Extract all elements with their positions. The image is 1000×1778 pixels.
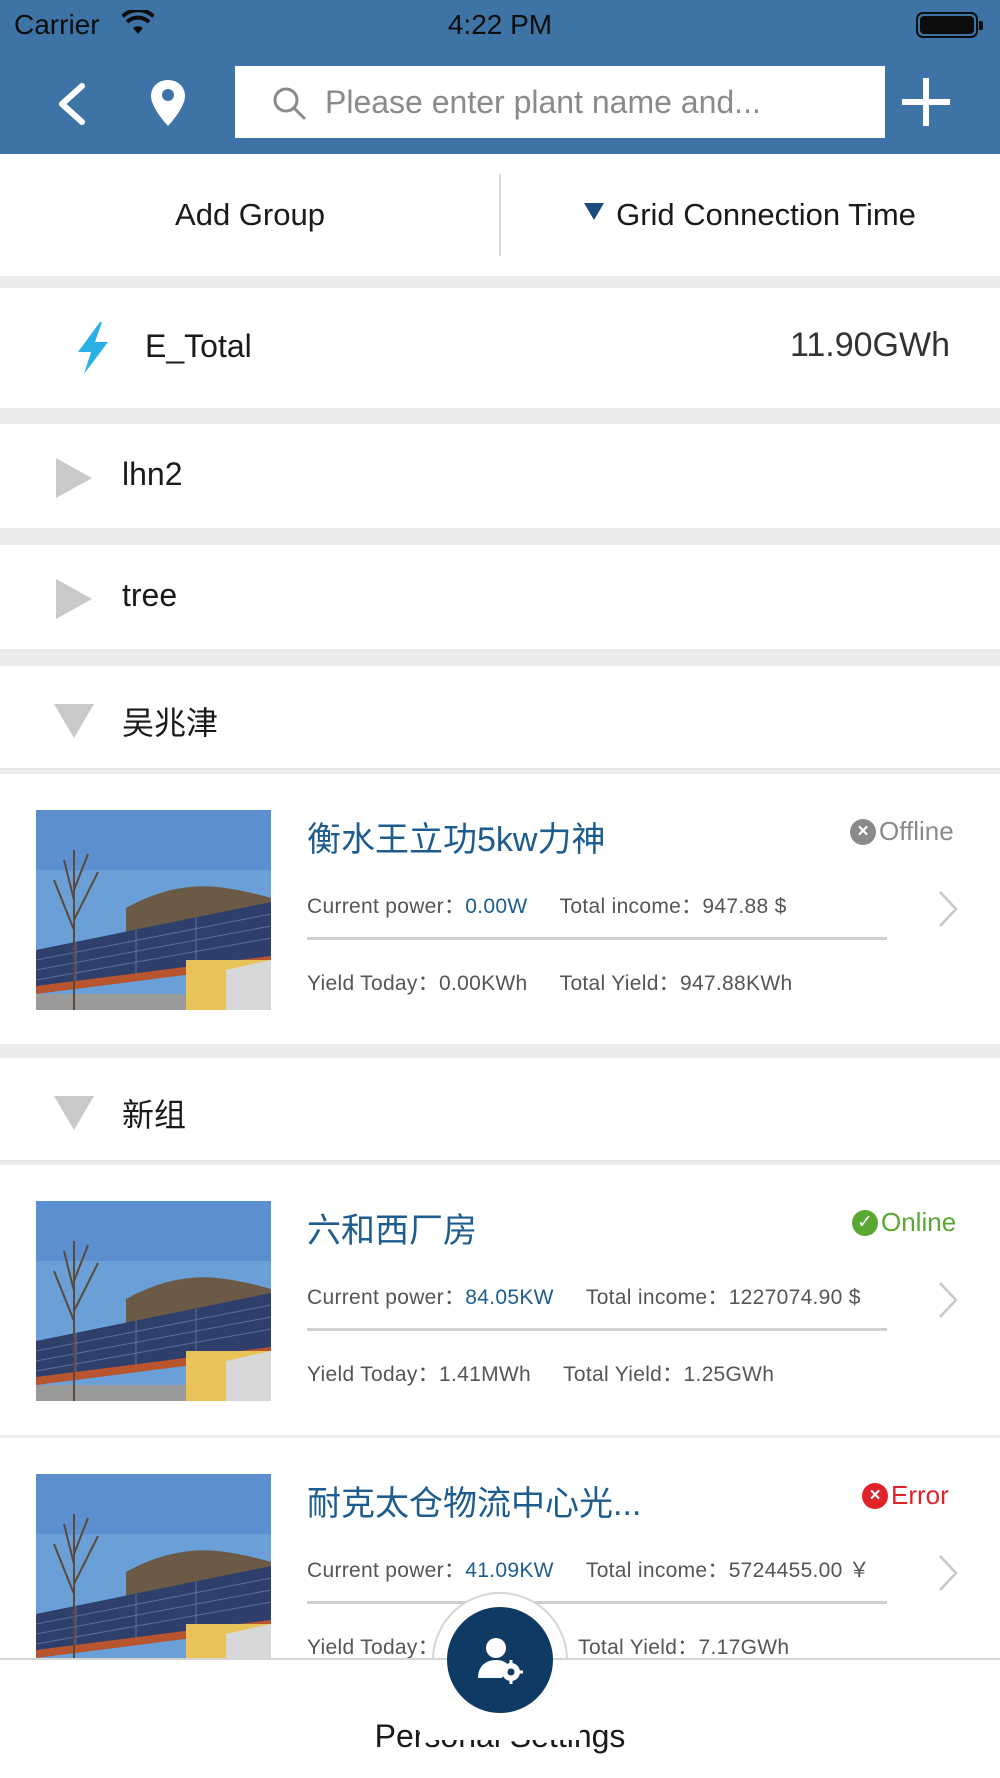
battery-icon — [916, 12, 983, 38]
current-power-value: 84.05KW — [465, 1286, 554, 1309]
group-row[interactable]: 吴兆津 — [0, 666, 1000, 770]
plant-photo — [36, 810, 271, 1010]
group-name: tree — [122, 577, 178, 613]
chevron-right-icon[interactable] — [936, 1552, 960, 1594]
triangle-right-icon — [56, 579, 92, 619]
total-energy-row: E_Total 11.90GWh — [0, 288, 1000, 408]
user-settings-icon — [478, 1638, 523, 1684]
plant-divider — [307, 1328, 887, 1331]
total-yield-label: Total Yield： — [559, 972, 680, 995]
yield-today-value: 0.00KWh — [439, 972, 528, 995]
sort-label: Grid Connection Time — [616, 197, 916, 232]
search-box[interactable] — [235, 66, 885, 138]
add-group-button[interactable]: Add Group — [0, 154, 500, 276]
plant-metrics-row: Current power：84.05KW Total income：12270… — [307, 1281, 861, 1311]
current-power-label: Current power： — [307, 895, 466, 918]
back-chevron-icon[interactable] — [50, 76, 106, 132]
group-name: lhn2 — [122, 456, 183, 492]
sort-dropdown[interactable]: Grid Connection Time — [500, 154, 1000, 276]
search-input[interactable] — [325, 66, 875, 138]
total-yield-value: 947.88KWh — [679, 972, 793, 995]
plant-card[interactable]: 衡水王立功5kw力神 × Offline Current power：0.00W… — [0, 774, 1000, 1044]
total-income-label: Total income： — [559, 895, 703, 918]
check-circle-icon: ✓ — [852, 1209, 878, 1236]
total-yield-label: Total Yield： — [563, 1363, 684, 1386]
group-name: 新组 — [122, 1097, 187, 1133]
plant-yield-row: Yield Today：1.41MWh Total Yield：1.25GWh — [307, 1358, 774, 1388]
status-text: Error — [891, 1480, 949, 1510]
group-row[interactable]: 新组 — [0, 1058, 1000, 1162]
chevron-right-icon[interactable] — [936, 1279, 960, 1321]
filter-row: Add Group Grid Connection Time — [0, 154, 1000, 276]
total-yield-value: 1.25GWh — [683, 1363, 775, 1386]
total-yield-value: 7.17GWh — [698, 1636, 790, 1659]
yield-today-label: Yield Today： — [307, 1363, 440, 1386]
current-power-value: 0.00W — [465, 895, 528, 918]
total-income-value: 1227074.90 $ — [728, 1286, 861, 1309]
clock: 4:22 PM — [447, 9, 553, 40]
error-x-icon: × — [862, 1482, 888, 1509]
plant-metrics-row: Current power：0.00W Total income：947.88 … — [307, 890, 787, 920]
total-income-value: 5724455.00 ￥ — [728, 1559, 871, 1582]
plant-divider — [307, 1601, 887, 1604]
triangle-right-icon — [56, 458, 92, 498]
current-power-label: Current power： — [307, 1286, 466, 1309]
total-yield-label: Total Yield： — [578, 1636, 699, 1659]
chevron-right-icon[interactable] — [936, 888, 960, 930]
yield-today-label: Yield Today： — [307, 972, 440, 995]
triangle-down-icon — [54, 1096, 94, 1130]
group-name: 吴兆津 — [122, 705, 219, 741]
personal-settings-button[interactable] — [447, 1607, 553, 1713]
plant-name: 衡水王立功5kw力神 — [307, 821, 606, 859]
nav-bar — [0, 54, 1000, 154]
search-icon — [273, 87, 306, 120]
plant-name: 耐克太仓物流中心光... — [307, 1485, 642, 1523]
total-income-label: Total income： — [585, 1286, 729, 1309]
offline-x-icon: × — [850, 818, 876, 845]
group-row[interactable]: tree — [0, 545, 1000, 649]
plant-metrics-row: Current power：41.09KW Total income：57244… — [307, 1554, 870, 1584]
lightning-bolt-icon — [78, 322, 108, 374]
current-power-label: Current power： — [307, 1559, 466, 1582]
group-row[interactable]: lhn2 — [0, 424, 1000, 528]
plant-yield-row: Yield Today：0.00KWh Total Yield：947.88KW… — [307, 967, 792, 997]
status-text: Offline — [879, 816, 954, 846]
location-pin-icon[interactable] — [148, 76, 188, 132]
caret-down-icon — [584, 202, 605, 220]
triangle-down-icon — [54, 704, 94, 738]
total-value: 11.90GWh — [789, 326, 950, 364]
status-badge: × Offline — [850, 816, 954, 847]
current-power-value: 41.09KW — [465, 1559, 554, 1582]
total-income-value: 947.88 $ — [702, 895, 787, 918]
plant-card[interactable]: 六和西厂房 ✓ Online Current power：84.05KW Tot… — [0, 1165, 1000, 1435]
total-income-label: Total income： — [585, 1559, 729, 1582]
plus-icon[interactable] — [900, 74, 952, 130]
total-label: E_Total — [145, 328, 252, 364]
plant-photo — [36, 1201, 271, 1401]
status-badge: ✓ Online — [852, 1207, 956, 1238]
plant-photo — [36, 1474, 271, 1674]
plant-divider — [307, 937, 887, 940]
status-badge: × Error — [862, 1480, 949, 1511]
yield-today-value: 1.41MWh — [439, 1363, 531, 1386]
status-bar: Carrier 4:22 PM — [0, 0, 1000, 54]
yield-today-label: Yield Today： — [307, 1636, 440, 1659]
status-text: Online — [881, 1207, 957, 1237]
plant-name: 六和西厂房 — [307, 1212, 477, 1250]
